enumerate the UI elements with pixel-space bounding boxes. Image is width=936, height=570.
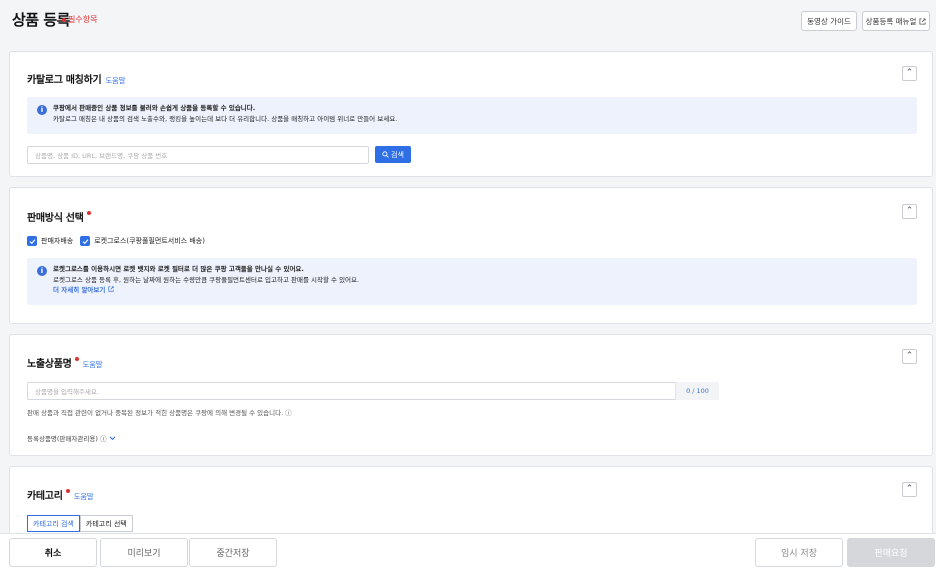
submit-button[interactable]: 판매요청 xyxy=(847,538,935,567)
product-name-input[interactable]: 상품명을 입력해주세요. xyxy=(27,382,719,400)
rocket-info-line2: 로켓그로스 상품 등록 후, 원하는 날짜에 원하는 수량만큼 쿠팡풀필먼트센터… xyxy=(53,275,360,284)
category-help-link[interactable]: 도움말 xyxy=(74,492,94,501)
bottom-action-bar: 취소 미리보기 중간저장 임시 저장 판매요청 xyxy=(0,533,936,570)
catalog-help-link[interactable]: 도움말 xyxy=(105,76,125,85)
rocket-growth-label: 로켓그로스(쿠팡풀필먼트서비스 배송) xyxy=(94,237,205,245)
tab-category-search[interactable]: 카테고리 검색 xyxy=(27,515,80,532)
product-name-counter: 0 / 100 xyxy=(675,382,719,400)
chevron-up-icon: ⌃ xyxy=(905,351,914,361)
sales-method-options: 판매자배송 로켓그로스(쿠팡풀필먼트서비스 배송) xyxy=(27,236,212,246)
product-name-card: 노출상품명 도움말 ⌃ 상품명을 입력해주세요. 0 / 100 판매 상품과 직… xyxy=(9,334,933,456)
checkbox-seller-delivery[interactable] xyxy=(27,236,37,246)
product-name-hint: 판매 상품과 직접 관련이 없거나 중복된 정보가 적힌 상품명은 쿠팡에 의해… xyxy=(27,407,292,417)
catalog-search-button[interactable]: 검색 xyxy=(375,146,411,163)
required-dot xyxy=(65,489,70,493)
tab-category-select[interactable]: 카테고리 선택 xyxy=(79,515,133,532)
help-circle-icon[interactable]: ⓘ xyxy=(285,409,292,417)
registered-name-toggle[interactable]: 등록상품명(판매자관리용) ⓘ xyxy=(27,433,116,443)
catalog-collapse-button[interactable]: ⌃ xyxy=(902,66,917,81)
video-guide-label: 동영상 가이드 xyxy=(807,16,851,26)
learn-more-label: 더 자세히 알아보기 xyxy=(53,286,106,294)
category-collapse-button[interactable]: ⌃ xyxy=(902,482,917,497)
sales-method-collapse-button[interactable]: ⌃ xyxy=(902,204,917,219)
required-note: 필수항목 xyxy=(62,14,97,25)
seller-delivery-label: 판매자배송 xyxy=(41,237,74,245)
product-name-title-text: 노출상품명 xyxy=(27,359,72,370)
draft-save-button[interactable]: 임시 저장 xyxy=(755,538,843,567)
product-name-help-link[interactable]: 도움말 xyxy=(83,360,103,369)
category-title-text: 카테고리 xyxy=(27,491,63,502)
catalog-search-input[interactable]: 상품명, 상품 ID, URL, 브랜드명, 쿠팡 상품 번호 xyxy=(27,146,369,164)
sales-method-title-text: 판매방식 선택 xyxy=(27,213,84,224)
check-icon xyxy=(82,238,89,244)
required-dot xyxy=(86,211,91,215)
sales-method-card: 판매방식 선택 ⌃ 판매자배송 로켓그로스(쿠팡풀필먼트서비스 배송) i 로켓… xyxy=(9,187,933,324)
category-title: 카테고리 도움말 xyxy=(27,487,94,502)
product-name-placeholder: 상품명을 입력해주세요. xyxy=(35,388,99,396)
external-link-icon xyxy=(919,17,926,25)
catalog-search-label: 검색 xyxy=(391,150,404,159)
rocket-info-box: i 로켓그로스를 이용하시면 로켓 뱃지와 로켓 필터로 더 많은 쿠팡 고객들… xyxy=(27,258,917,305)
catalog-search-placeholder: 상품명, 상품 ID, URL, 브랜드명, 쿠팡 상품 번호 xyxy=(35,152,168,160)
chevron-up-icon: ⌃ xyxy=(905,68,914,78)
checkbox-rocket-growth[interactable] xyxy=(80,236,91,246)
chevron-up-icon: ⌃ xyxy=(905,206,914,216)
video-guide-button[interactable]: 동영상 가이드 xyxy=(801,11,857,31)
required-dot xyxy=(62,17,66,22)
catalog-info-text: 쿠팡에서 판매중인 상품 정보를 불러와 손쉽게 상품을 등록할 수 있습니다.… xyxy=(53,103,397,124)
required-dot xyxy=(74,357,79,361)
catalog-title: 카탈로그 매칭하기 도움말 xyxy=(27,71,126,86)
catalog-info-line1: 쿠팡에서 판매중인 상품 정보를 불러와 손쉽게 상품을 등록할 수 있습니다. xyxy=(53,104,256,112)
sales-method-title: 판매방식 선택 xyxy=(27,209,91,224)
preview-button[interactable]: 미리보기 xyxy=(100,538,188,567)
check-icon xyxy=(29,238,35,244)
page-header: 상품 등록 필수항목 동영상 가이드 상품등록 매뉴얼 xyxy=(0,0,936,44)
chevron-down-icon xyxy=(109,436,115,441)
rocket-info-line1: 로켓그로스를 이용하시면 로켓 뱃지와 로켓 필터로 더 많은 쿠팡 고객들을 … xyxy=(53,265,304,273)
manual-button[interactable]: 상품등록 매뉴얼 xyxy=(862,11,930,31)
product-name-collapse-button[interactable]: ⌃ xyxy=(902,349,917,364)
product-name-title: 노출상품명 도움말 xyxy=(27,355,103,370)
required-note-label: 필수항목 xyxy=(68,15,98,24)
learn-more-link[interactable]: 더 자세히 알아보기 xyxy=(53,285,359,296)
external-link-icon xyxy=(108,286,114,292)
catalog-info-line2: 카탈로그 매칭은 내 상품의 검색 노출수와, 랭킹을 높이는데 보다 더 유리… xyxy=(53,114,398,123)
catalog-info-box: i 쿠팡에서 판매중인 상품 정보를 불러와 손쉽게 상품을 등록할 수 있습니… xyxy=(27,97,917,134)
catalog-card: 카탈로그 매칭하기 도움말 ⌃ i 쿠팡에서 판매중인 상품 정보를 불러와 손쉽… xyxy=(9,51,933,177)
manual-label: 상품등록 매뉴얼 xyxy=(865,16,917,26)
chevron-up-icon: ⌃ xyxy=(905,484,914,494)
temp-save-button[interactable]: 중간저장 xyxy=(189,538,277,567)
registered-name-label: 등록상품명(판매자관리용) xyxy=(27,435,98,443)
search-icon xyxy=(382,151,389,158)
catalog-title-text: 카탈로그 매칭하기 xyxy=(27,75,102,86)
cancel-button[interactable]: 취소 xyxy=(9,538,97,567)
help-circle-icon[interactable]: ⓘ xyxy=(100,435,107,443)
product-name-hint-text: 판매 상품과 직접 관련이 없거나 중복된 정보가 적힌 상품명은 쿠팡에 의해… xyxy=(27,409,284,417)
rocket-info-text: 로켓그로스를 이용하시면 로켓 뱃지와 로켓 필터로 더 많은 쿠팡 고객들을 … xyxy=(53,264,359,296)
info-icon: i xyxy=(37,105,47,115)
info-icon: i xyxy=(37,266,47,276)
category-tabs: 카테고리 검색 카테고리 선택 xyxy=(27,515,133,532)
